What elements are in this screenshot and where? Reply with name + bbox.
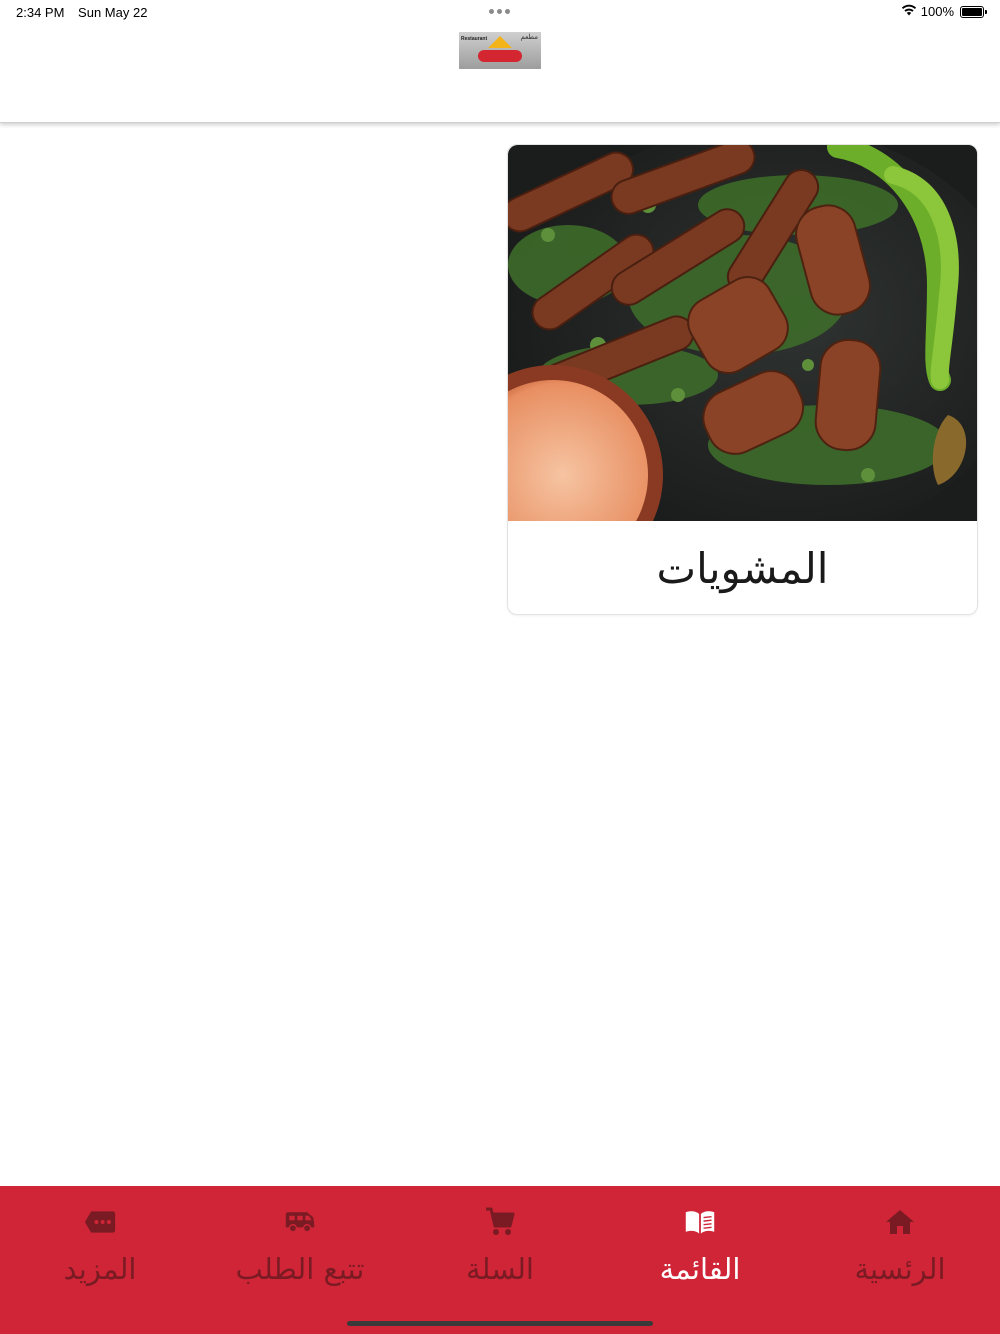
tab-cart-label: السلة — [466, 1252, 534, 1286]
tab-track-order-label: تتبع الطلب — [235, 1252, 365, 1286]
bottom-tab-bar: الرئسية القائمة السلة تتبع الطلب المزيد — [0, 1186, 1000, 1334]
home-icon — [884, 1206, 916, 1238]
battery-icon — [960, 5, 987, 18]
category-title: المشويات — [656, 544, 829, 593]
home-indicator[interactable] — [347, 1321, 653, 1326]
tab-home[interactable]: الرئسية — [800, 1186, 1000, 1296]
status-date: Sun May 22 — [78, 5, 148, 20]
tab-menu-label: القائمة — [659, 1252, 741, 1286]
category-card-grills[interactable]: المشويات — [507, 144, 978, 615]
tab-cart[interactable]: السلة — [400, 1186, 600, 1296]
multitasking-dots-icon[interactable] — [489, 9, 510, 14]
menu-book-icon — [684, 1206, 716, 1238]
status-time: 2:34 PM — [16, 5, 65, 20]
category-image — [508, 145, 977, 521]
restaurant-logo: Restaurant مطعم — [459, 32, 541, 69]
tab-home-label: الرئسية — [854, 1252, 946, 1286]
status-bar: 2:34 PM Sun May 22 100% — [0, 0, 1000, 24]
delivery-truck-icon — [284, 1206, 316, 1238]
cart-icon — [484, 1206, 516, 1238]
more-tag-icon — [84, 1206, 116, 1238]
tab-more-label: المزيد — [63, 1252, 137, 1286]
battery-percent: 100% — [920, 4, 954, 19]
wifi-icon — [901, 4, 917, 19]
tab-more[interactable]: المزيد — [0, 1186, 200, 1296]
tab-menu[interactable]: القائمة — [600, 1186, 800, 1296]
tab-track-order[interactable]: تتبع الطلب — [200, 1186, 400, 1296]
